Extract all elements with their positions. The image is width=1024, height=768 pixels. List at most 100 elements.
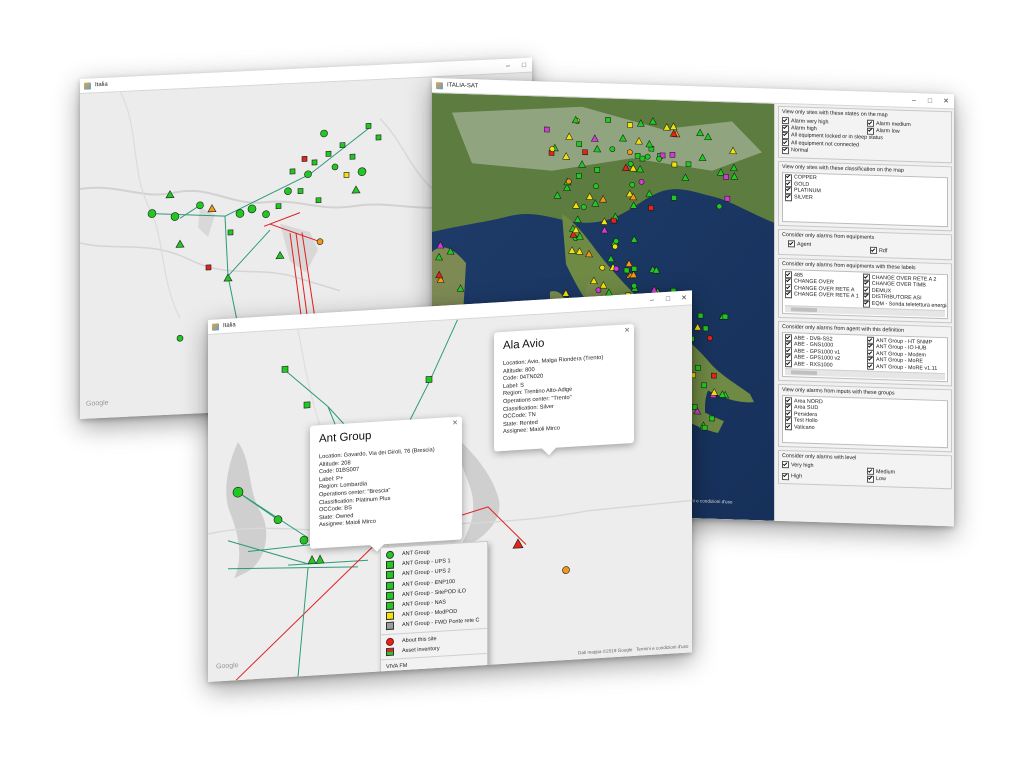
site-square-marker[interactable] xyxy=(702,325,709,332)
check-icon xyxy=(867,475,874,483)
site-square-marker[interactable] xyxy=(576,141,583,147)
site-circle-marker[interactable] xyxy=(612,243,618,250)
minimize-icon[interactable]: – xyxy=(644,296,660,304)
list-item[interactable]: CHANGE OVER RETE A 1 xyxy=(785,291,859,300)
close-icon[interactable]: ✕ xyxy=(624,326,630,334)
google-credit: Google xyxy=(86,399,109,408)
minimize-icon[interactable]: – xyxy=(906,96,922,104)
site-square-marker[interactable] xyxy=(576,172,582,179)
site-square-marker[interactable] xyxy=(631,266,638,272)
close-icon[interactable]: ✕ xyxy=(676,293,692,302)
popup-ala-avio: ✕ Ala Avio Location: Avio, Malga Rionder… xyxy=(494,323,634,456)
green-square-icon xyxy=(386,571,394,580)
app-icon xyxy=(84,81,91,90)
site-square-marker[interactable] xyxy=(723,174,729,180)
site-square-marker[interactable] xyxy=(695,364,701,371)
inventory-icon xyxy=(386,647,394,656)
site-square-marker[interactable] xyxy=(639,155,646,162)
site-circle-marker[interactable] xyxy=(599,264,606,271)
site-square-marker[interactable] xyxy=(634,152,641,159)
site-circle-marker[interactable] xyxy=(638,178,645,185)
site-circle-marker[interactable] xyxy=(593,183,599,190)
site-square-marker[interactable] xyxy=(610,217,617,224)
labels-section: Consider only alarms from equipments wit… xyxy=(778,258,952,324)
green-square-icon xyxy=(386,601,394,611)
site-square-marker[interactable] xyxy=(669,151,676,158)
states-section: View only sites with these states on the… xyxy=(778,105,952,164)
checkbox-rdf[interactable]: Rdf xyxy=(870,246,948,257)
agent-section: Consider only alarms from agent with thi… xyxy=(778,321,952,387)
agent-list[interactable]: ABE - DVB-SS2 ABE - GNS1000 ABE - GPS100… xyxy=(782,332,948,383)
site-square-marker[interactable] xyxy=(648,205,654,211)
classification-section: View only sites with these classificatio… xyxy=(778,160,952,232)
site-circle-marker[interactable] xyxy=(595,287,602,294)
maximize-icon[interactable]: □ xyxy=(922,97,938,105)
check-icon xyxy=(785,291,792,299)
site-square-marker[interactable] xyxy=(582,149,588,156)
site-circle-marker[interactable] xyxy=(716,203,723,210)
groups-section: View only alarms from inputs with these … xyxy=(778,384,952,453)
app-icon xyxy=(212,322,219,331)
check-icon xyxy=(782,131,789,140)
close-icon[interactable]: ✕ xyxy=(938,97,954,106)
site-circle-marker[interactable] xyxy=(580,204,587,210)
maximize-icon[interactable]: □ xyxy=(660,295,676,303)
groups-list[interactable]: Area NORD Area SUD Persidera Test Hollo … xyxy=(782,395,948,449)
site-square-marker[interactable] xyxy=(709,415,715,422)
site-square-marker[interactable] xyxy=(623,267,630,274)
checkbox-low[interactable]: Low xyxy=(867,475,948,485)
site-square-marker[interactable] xyxy=(697,312,704,319)
check-icon xyxy=(785,193,792,201)
site-circle-marker[interactable] xyxy=(629,181,636,188)
site-square-marker[interactable] xyxy=(605,117,611,123)
close-icon[interactable]: ✕ xyxy=(452,419,458,427)
checkbox-very-high[interactable]: Very high xyxy=(782,461,863,471)
site-circle-marker[interactable] xyxy=(613,238,619,244)
site-square-marker[interactable] xyxy=(701,424,708,431)
site-square-marker[interactable] xyxy=(671,161,678,168)
google-credit: Google xyxy=(216,662,239,671)
site-circle-marker[interactable] xyxy=(609,146,616,153)
check-icon xyxy=(862,300,870,308)
maximize-icon[interactable]: □ xyxy=(516,61,532,69)
window-italia-front: Italia – □ ✕ Google Dati mappa ©2019 Goo… xyxy=(208,290,692,682)
checkbox-agent[interactable]: Agent xyxy=(788,240,866,250)
site-square-marker[interactable] xyxy=(691,403,698,410)
check-icon xyxy=(782,461,789,469)
green-square-icon xyxy=(386,581,394,590)
site-circle-marker[interactable] xyxy=(644,153,651,160)
classification-list[interactable]: COPPER GOLD PLATINUM SILVER xyxy=(782,171,948,228)
site-circle-marker[interactable] xyxy=(613,265,620,272)
gray-square-icon xyxy=(386,622,394,631)
site-square-marker[interactable] xyxy=(594,167,601,173)
scroll-thumb[interactable] xyxy=(791,307,817,312)
green-square-icon xyxy=(386,591,394,600)
checkbox-high[interactable]: High xyxy=(782,472,863,483)
minimize-icon[interactable]: – xyxy=(500,62,516,70)
site-square-marker[interactable] xyxy=(671,195,677,201)
popup-title: Ala Avio xyxy=(503,337,545,352)
site-square-marker[interactable] xyxy=(685,161,692,168)
popup-ant-group: ✕ Ant Group Location: Gavardo, Via dei G… xyxy=(310,416,462,552)
site-square-marker[interactable] xyxy=(701,382,707,389)
equipment-section: Consider only alarms from equipments Age… xyxy=(778,228,952,261)
scroll-thumb[interactable] xyxy=(791,370,817,375)
site-context-menu: ANT Group ANT Group - UPS 1 ANT Group - … xyxy=(380,540,488,676)
check-icon xyxy=(867,127,874,135)
site-circle-marker[interactable] xyxy=(549,146,556,152)
check-icon xyxy=(785,360,792,368)
site-square-marker[interactable] xyxy=(544,126,550,133)
site-circle-marker[interactable] xyxy=(631,282,638,289)
site-square-marker[interactable] xyxy=(722,313,729,320)
site-circle-marker[interactable] xyxy=(656,155,663,162)
site-circle-marker[interactable] xyxy=(565,178,572,185)
site-circle-marker[interactable] xyxy=(627,149,633,156)
check-icon xyxy=(782,472,789,481)
labels-list[interactable]: 485 CHANGE OVER CHANGE OVER RETE A CHANG… xyxy=(782,269,948,320)
site-square-marker[interactable] xyxy=(711,372,717,379)
site-circle-marker[interactable] xyxy=(707,335,713,341)
check-icon xyxy=(870,246,877,255)
site-square-marker[interactable] xyxy=(627,122,633,128)
check-icon xyxy=(782,139,789,147)
site-square-marker[interactable] xyxy=(724,195,731,202)
